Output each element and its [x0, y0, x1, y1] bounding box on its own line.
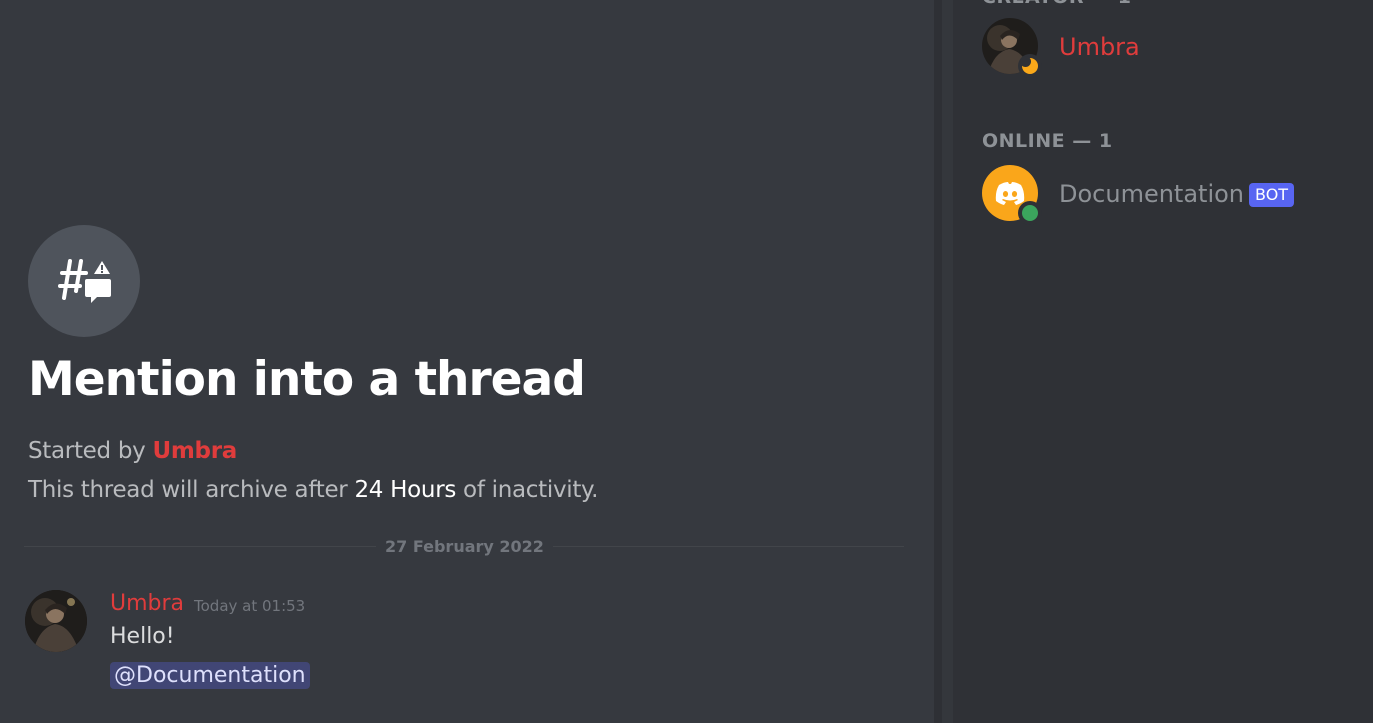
member-avatar-umbra[interactable] [982, 18, 1042, 78]
avatar-image [25, 590, 87, 652]
member-name-documentation[interactable]: Documentation [1059, 180, 1244, 208]
thread-icon-badge [28, 225, 140, 337]
bot-badge: BOT [1249, 183, 1295, 207]
member-list [953, 0, 1373, 723]
user-mention[interactable]: @Documentation [110, 662, 310, 689]
thread-chat-area: Mention into a thread Started by Umbra T… [0, 0, 934, 723]
panel-divider [942, 0, 953, 723]
archive-suffix: of inactivity. [456, 477, 599, 503]
member-name-umbra[interactable]: Umbra [1059, 33, 1140, 61]
message-timestamp[interactable]: Today at 01:53 [194, 597, 305, 615]
date-divider-label: 27 February 2022 [376, 537, 553, 556]
message-content: Hello! [110, 624, 175, 649]
creator-section-header: CREATOR — 1 [982, 0, 1131, 8]
thread-title: Mention into a thread [28, 352, 586, 407]
archive-duration: 24 Hours [354, 477, 457, 503]
online-section-header: ONLINE — 1 [982, 130, 1113, 152]
message-author-name[interactable]: Umbra [110, 591, 184, 616]
idle-status-icon [1018, 54, 1042, 78]
thread-started-by: Started by Umbra [28, 438, 237, 464]
chat-scrollbar[interactable] [934, 0, 942, 723]
member-avatar-documentation[interactable] [982, 165, 1042, 225]
message-author-avatar[interactable] [25, 590, 87, 652]
archive-notice: This thread will archive after 24 Hours … [28, 477, 598, 503]
archive-prefix: This thread will archive after [28, 477, 355, 503]
creator-name-link[interactable]: Umbra [152, 438, 237, 464]
online-status-icon [1018, 201, 1042, 225]
started-by-label: Started by [28, 438, 153, 464]
thread-warning-icon [58, 259, 111, 303]
